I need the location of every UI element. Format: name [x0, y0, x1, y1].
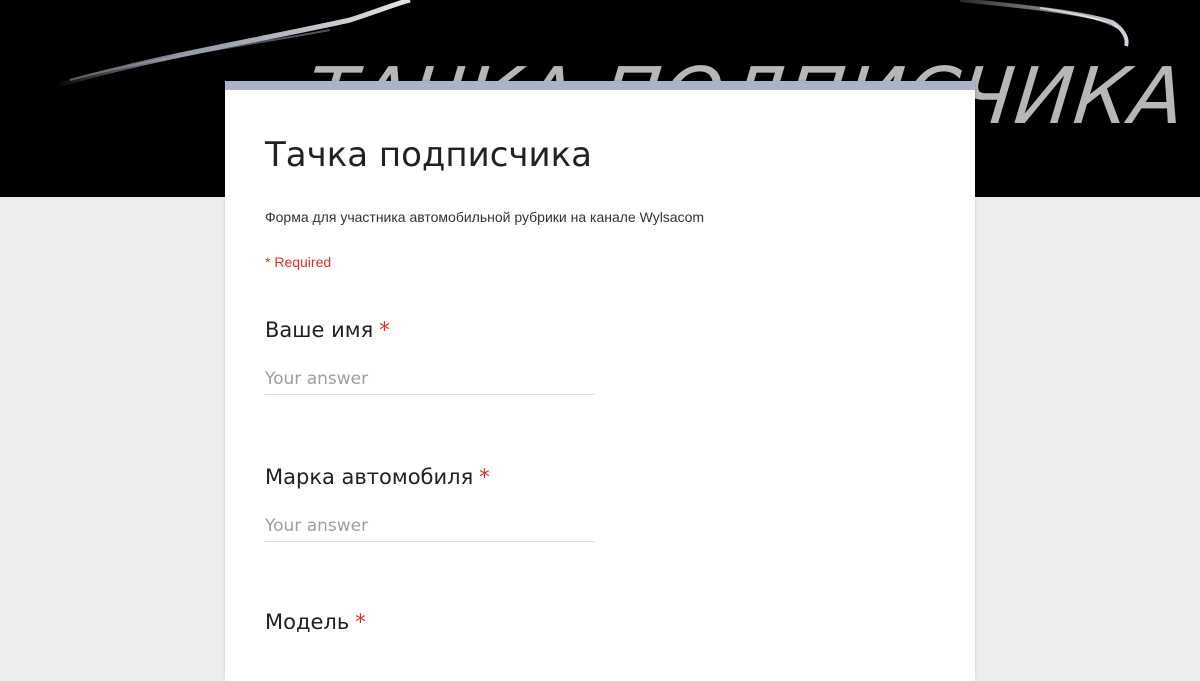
required-note: * Required [265, 254, 332, 270]
question-name: Ваше имя * [265, 318, 925, 395]
question-car-brand: Марка автомобиля * [265, 465, 925, 542]
question-model: Модель * [265, 610, 925, 634]
card-accent-bar [225, 81, 975, 90]
question-title: Марка автомобиля * [265, 465, 925, 489]
form-title: Тачка подписчика [265, 135, 592, 175]
name-input[interactable] [265, 364, 595, 395]
required-asterisk: * [355, 610, 366, 634]
question-label: Ваше имя [265, 318, 374, 342]
question-label: Марка автомобиля [265, 465, 474, 489]
car-brand-input[interactable] [265, 511, 595, 542]
required-asterisk: * [479, 465, 490, 489]
question-title: Модель * [265, 610, 925, 634]
question-title: Ваше имя * [265, 318, 925, 342]
required-asterisk: * [379, 318, 390, 342]
form-card: Тачка подписчика Форма для участника авт… [225, 81, 975, 681]
question-label: Модель [265, 610, 350, 634]
form-description: Форма для участника автомобильной рубрик… [265, 209, 705, 225]
